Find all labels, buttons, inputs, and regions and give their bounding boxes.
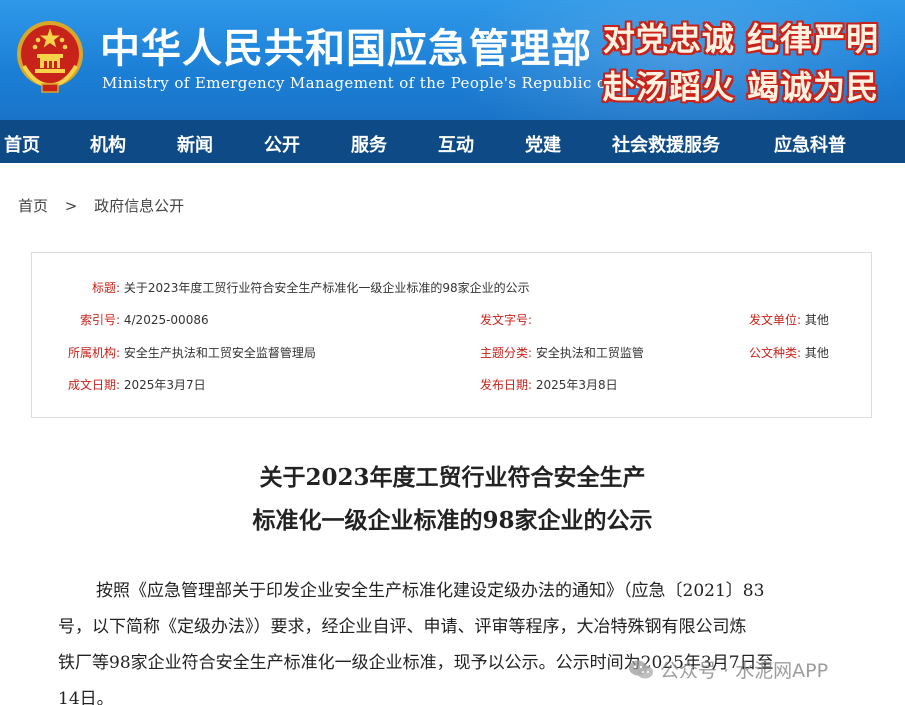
watermark-text: 公众号 · 水泥网APP [660, 660, 829, 682]
info-index-row: 索引号: 4/2025-00086 [80, 311, 209, 328]
nav-item-public[interactable]: 公开 [264, 131, 300, 157]
info-index-label: 索引号: [80, 313, 121, 327]
nav-item-party[interactable]: 党建 [525, 131, 561, 157]
body-line-1: 按照《应急管理部关于印发企业安全生产标准化建设定级办法的通知》（应急〔2021〕… [96, 581, 765, 601]
info-topic-label: 主题分类: [480, 346, 533, 360]
breadcrumb: 首页 > 政府信息公开 [18, 195, 196, 216]
info-title-row: 标题: 关于2023年度工贸行业符合安全生产标准化一级企业标准的98家企业的公示 [92, 279, 530, 296]
info-issuer-label: 发文单位: [749, 313, 802, 327]
national-emblem-icon[interactable] [14, 18, 86, 94]
info-published-row: 发布日期: 2025年3月8日 [480, 376, 618, 393]
document-info-box: 标题: 关于2023年度工贸行业符合安全生产标准化一级企业标准的98家企业的公示… [31, 252, 872, 418]
nav-item-service[interactable]: 服务 [351, 131, 387, 157]
info-created-row: 成文日期: 2025年3月7日 [68, 376, 206, 393]
info-issuer-row: 发文单位: 其他 [749, 311, 829, 328]
info-docno-label: 发文字号: [480, 313, 533, 327]
info-title-value: 关于2023年度工贸行业符合安全生产标准化一级企业标准的98家企业的公示 [123, 281, 530, 295]
info-org-row: 所属机构: 安全生产执法和工贸安全监督管理局 [68, 344, 316, 361]
nav-item-home[interactable]: 首页 [4, 131, 40, 157]
nav-item-science[interactable]: 应急科普 [774, 131, 846, 157]
nav-item-interact[interactable]: 互动 [438, 131, 474, 157]
nav-item-org[interactable]: 机构 [90, 131, 126, 157]
site-header: 中华人民共和国应急管理部 Ministry of Emergency Manag… [0, 0, 905, 120]
info-title-label: 标题: [92, 281, 121, 295]
info-type-value: 其他 [804, 346, 829, 360]
info-created-label: 成文日期: [68, 378, 121, 392]
info-created-value: 2025年3月7日 [123, 378, 206, 392]
info-type-row: 公文种类: 其他 [749, 344, 829, 361]
body-line-2: 号，以下简称《定级办法》）要求，经企业自评、申请、评审等程序，大冶特殊钢有限公司… [58, 617, 747, 637]
document-title-line-1: 关于2023年度工贸行业符合安全生产 [259, 464, 646, 491]
slogan-line-1: 对党忠诚 纪律严明 [602, 20, 879, 58]
watermark: 公众号 · 水泥网APP [628, 656, 828, 683]
info-index-value: 4/2025-00086 [123, 313, 209, 327]
info-topic-value: 安全执法和工贸监管 [535, 346, 644, 360]
slogan-line-2: 赴汤蹈火 竭诚为民 [602, 68, 879, 106]
breadcrumb-separator: > [64, 197, 78, 215]
info-published-value: 2025年3月8日 [535, 378, 618, 392]
site-title-cn[interactable]: 中华人民共和国应急管理部 [100, 16, 592, 74]
breadcrumb-home[interactable]: 首页 [18, 197, 48, 215]
info-issuer-value: 其他 [804, 313, 829, 327]
site-title-en: Ministry of Emergency Management of the … [102, 74, 665, 92]
info-topic-row: 主题分类: 安全执法和工贸监管 [480, 344, 644, 361]
info-org-label: 所属机构: [68, 346, 121, 360]
body-line-4: 14日。 [58, 689, 114, 705]
info-org-value: 安全生产执法和工贸安全监督管理局 [123, 346, 316, 360]
wechat-icon [629, 660, 653, 678]
info-docno-row: 发文字号: [480, 311, 532, 328]
breadcrumb-current[interactable]: 政府信息公开 [94, 197, 184, 215]
info-published-label: 发布日期: [480, 378, 533, 392]
document-title-line-2: 标准化一级企业标准的98家企业的公示 [252, 507, 653, 534]
nav-item-rescue[interactable]: 社会救援服务 [612, 131, 720, 157]
info-type-label: 公文种类: [749, 346, 802, 360]
main-nav: 首页 机构 新闻 公开 服务 互动 党建 社会救援服务 应急科普 [0, 120, 905, 163]
nav-item-news[interactable]: 新闻 [177, 131, 213, 157]
